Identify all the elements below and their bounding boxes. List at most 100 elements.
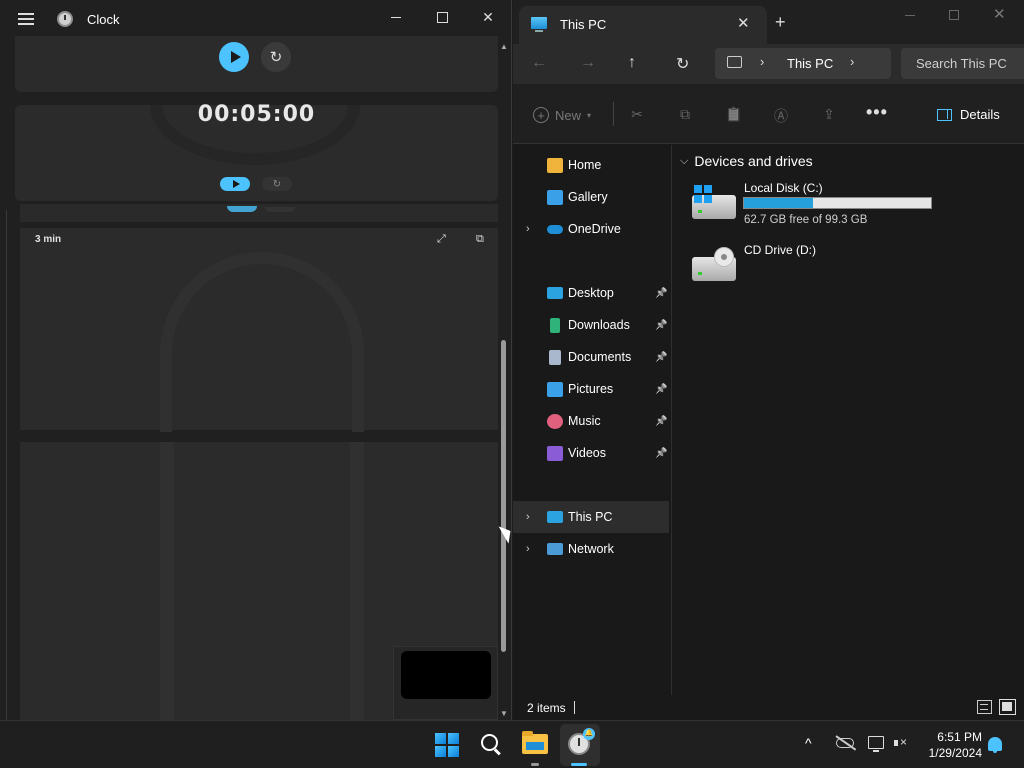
sidebar-item-label: OneDrive (568, 222, 621, 236)
pin-icon[interactable]: 📌 (655, 288, 667, 299)
expand-chevron-icon[interactable]: › (526, 543, 530, 555)
sidebar-item-videos[interactable]: Videos 📌 (513, 437, 669, 469)
system-time: 6:51 PM (937, 730, 982, 744)
drive-item-d[interactable]: CD Drive (D:) (692, 243, 1022, 293)
status-divider (574, 701, 575, 714)
explorer-minimize-button[interactable] (903, 6, 917, 20)
sidebar-item-this-pc[interactable]: › This PC (513, 501, 669, 533)
network-icon[interactable] (868, 736, 884, 752)
sidebar-item-home[interactable]: Home (513, 149, 669, 181)
sidebar-item-downloads[interactable]: Downloads 📌 (513, 309, 669, 341)
desktop-icon (547, 287, 563, 299)
clock-close-button[interactable]: ✕ (465, 0, 511, 34)
videos-icon (547, 445, 563, 461)
scroll-down-icon[interactable]: ▼ (500, 709, 508, 718)
monitor-icon (727, 56, 742, 68)
scroll-up-icon[interactable]: ▲ (500, 42, 508, 51)
expand-chevron-icon[interactable]: › (526, 511, 530, 523)
start-button-windows-icon[interactable] (435, 733, 459, 757)
group-title: Devices and drives (694, 153, 813, 169)
details-view-icon[interactable] (977, 700, 992, 714)
drive-name: CD Drive (D:) (744, 243, 816, 257)
sidebar-item-onedrive[interactable]: › OneDrive (513, 213, 669, 245)
taskbar-search-icon[interactable] (480, 733, 502, 755)
show-hidden-icons-chevron-icon[interactable]: ^ (805, 735, 812, 751)
cut-icon[interactable]: ✂ (629, 106, 645, 122)
pin-icon[interactable]: 📌 (655, 384, 667, 395)
collapse-chevron-icon: ⌵ (680, 154, 689, 167)
details-label: Details (960, 107, 1000, 122)
downloads-icon (550, 317, 560, 333)
rename-icon[interactable]: Ⓐ (773, 106, 789, 124)
pin-icon[interactable]: 📌 (655, 320, 667, 331)
breadcrumb-this-pc[interactable]: This PC (787, 56, 833, 71)
sidebar-item-label: This PC (568, 510, 613, 524)
breadcrumb-chevron-icon[interactable]: › (850, 54, 854, 69)
clock-scrollbar[interactable]: ▲ ▼ (498, 38, 510, 720)
clock-window: Clock ✕ ↻ 00:05:00 ↻ 3 min ⤢ ⧉ ▲ ▼ (0, 0, 512, 720)
timer-reset-button-small[interactable]: ↻ (262, 177, 292, 191)
pin-icon[interactable]: 📌 (655, 352, 667, 363)
sidebar-item-gallery[interactable]: Gallery (513, 181, 669, 213)
group-header-devices[interactable]: ⌵ Devices and drives (680, 153, 813, 169)
this-pc-icon (531, 17, 547, 32)
forward-button[interactable]: → (580, 54, 596, 72)
onedrive-offline-icon[interactable] (836, 738, 854, 748)
system-clock[interactable]: 6:51 PM 1/29/2024 (924, 729, 982, 761)
new-tab-button[interactable]: + (775, 12, 786, 33)
expand-icon[interactable]: ⤢ (437, 233, 453, 245)
mini-preview-thumbnail[interactable] (401, 651, 491, 699)
sidebar-item-label: Music (568, 414, 601, 428)
active-indicator (571, 763, 587, 766)
notification-bell-icon[interactable] (988, 737, 1002, 753)
tab-title: This PC (560, 17, 607, 32)
tab-this-pc[interactable]: This PC ✕ (519, 6, 767, 44)
sidebar-item-documents[interactable]: Documents 📌 (513, 341, 669, 373)
explorer-maximize-button[interactable] (949, 10, 959, 20)
share-icon[interactable]: ⇪ (821, 106, 837, 122)
timer-play-button-small[interactable] (220, 177, 250, 191)
compact-overlay-icon[interactable]: ⧉ (476, 233, 492, 245)
timer-play-button[interactable] (219, 42, 249, 72)
refresh-button[interactable]: ↻ (676, 54, 689, 74)
copy-icon[interactable]: ⧉ (677, 106, 693, 122)
clock-maximize-button[interactable] (419, 0, 465, 34)
expand-chevron-icon[interactable]: › (526, 223, 530, 235)
address-bar[interactable]: › This PC › (715, 48, 891, 79)
drive-led (698, 272, 702, 275)
drive-item-c[interactable]: Local Disk (C:) 62.7 GB free of 99.3 GB (692, 181, 1022, 231)
more-options-icon[interactable]: ••• (866, 102, 888, 123)
tiles-view-icon[interactable] (999, 699, 1016, 715)
up-button[interactable]: ↑ (628, 54, 636, 72)
explorer-window: This PC ✕ + ✕ ← → ↑ ↻ › This PC › Search… (513, 0, 1024, 720)
music-icon (547, 413, 563, 429)
timer-reset-button[interactable]: ↻ (261, 42, 291, 72)
clock-minimize-button[interactable] (373, 0, 419, 34)
breadcrumb-chevron-icon[interactable]: › (760, 54, 764, 69)
new-button[interactable]: + New ▾ (533, 107, 591, 123)
taskbar: 🔔 ^ 6:51 PM 1/29/2024 (0, 720, 1024, 768)
sidebar-item-desktop[interactable]: Desktop 📌 (513, 277, 669, 309)
sidebar-item-pictures[interactable]: Pictures 📌 (513, 373, 669, 405)
file-explorer-taskbar-icon[interactable] (522, 731, 548, 754)
sidebar-item-music[interactable]: Music 📌 (513, 405, 669, 437)
details-pane-icon (937, 108, 952, 121)
tab-close-icon[interactable]: ✕ (737, 14, 750, 32)
explorer-close-button[interactable]: ✕ (993, 5, 1006, 23)
search-box[interactable]: Search This PC (901, 48, 1024, 79)
content-pane: ⌵ Devices and drives Local Disk (C:) 62.… (672, 145, 1024, 695)
system-date: 1/29/2024 (928, 746, 982, 760)
pin-icon[interactable]: 📌 (655, 448, 667, 459)
cd-drive-icon (692, 247, 736, 281)
hard-drive-icon (692, 185, 736, 219)
paste-icon[interactable]: 📋 (725, 106, 742, 122)
hamburger-menu-icon[interactable] (18, 13, 34, 25)
sidebar-item-network[interactable]: › Network (513, 533, 669, 565)
scroll-thumb[interactable] (501, 340, 506, 652)
timer-progress-arch-left (160, 442, 174, 720)
search-placeholder[interactable]: Search This PC (916, 56, 1007, 71)
volume-muted-icon[interactable] (894, 735, 908, 749)
details-pane-button[interactable]: Details (937, 107, 1000, 122)
pin-icon[interactable]: 📌 (655, 416, 667, 427)
back-button[interactable]: ← (531, 54, 547, 72)
